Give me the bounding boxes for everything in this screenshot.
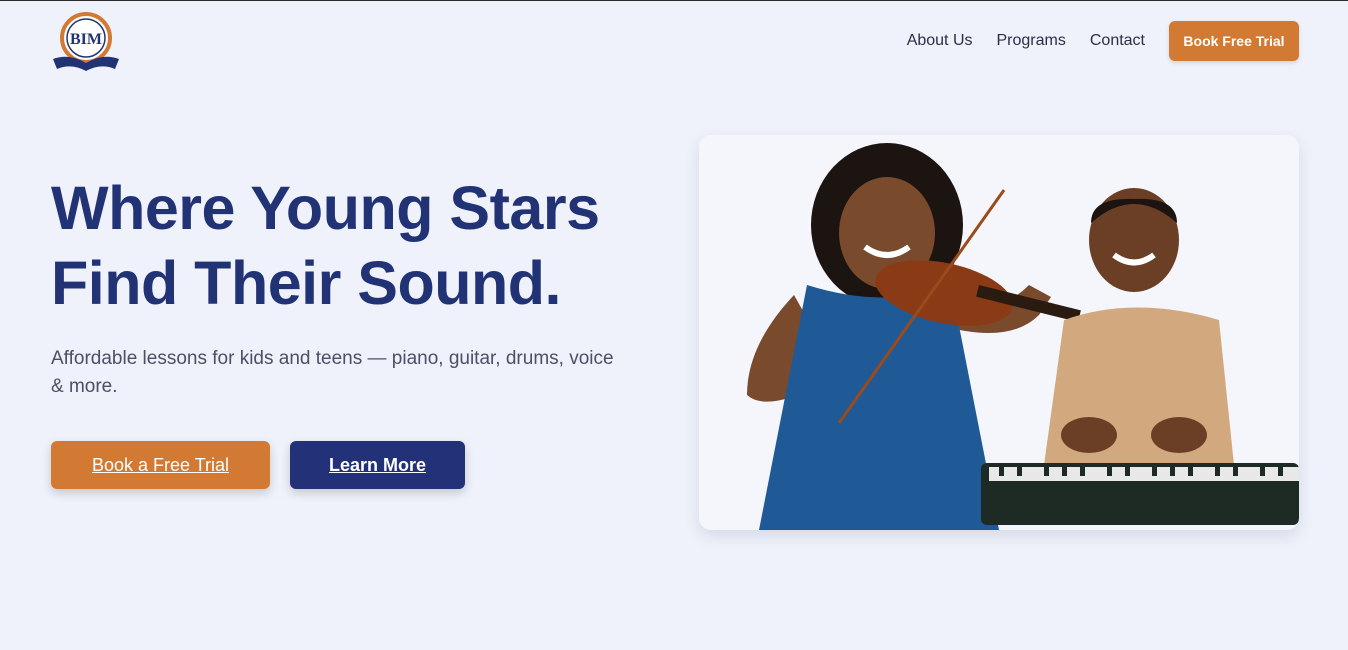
main-nav: About Us Programs Contact Book Free Tria… bbox=[907, 21, 1299, 61]
nav-about-us[interactable]: About Us bbox=[907, 32, 973, 50]
headline-line-2: Find Their Sound. bbox=[51, 249, 561, 317]
book-free-trial-button[interactable]: Book a Free Trial bbox=[51, 441, 270, 489]
nav-contact[interactable]: Contact bbox=[1090, 32, 1145, 50]
headline-line-1: Where Young Stars bbox=[51, 174, 600, 242]
brand-logo[interactable]: BIM bbox=[51, 11, 121, 75]
logo-text: BIM bbox=[70, 31, 102, 48]
children-music-illustration-icon bbox=[699, 135, 1299, 530]
learn-more-button[interactable]: Learn More bbox=[290, 441, 465, 489]
book-free-trial-nav-button[interactable]: Book Free Trial bbox=[1169, 21, 1299, 61]
hero-image bbox=[699, 135, 1299, 530]
hero-headline: Where Young Stars Find Their Sound. bbox=[51, 171, 651, 321]
hero-subtitle: Affordable lessons for kids and teens — … bbox=[51, 348, 614, 397]
nav-programs[interactable]: Programs bbox=[997, 32, 1066, 50]
